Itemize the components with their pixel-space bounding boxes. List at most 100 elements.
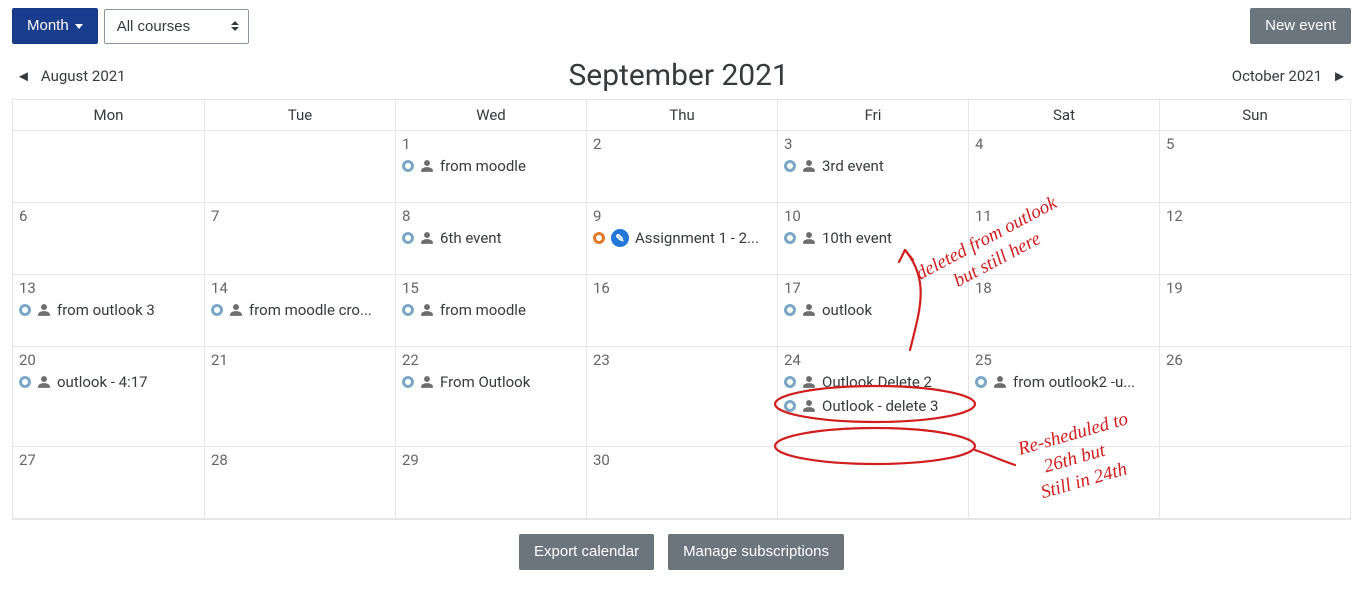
calendar-cell[interactable]: 21 — [204, 347, 395, 447]
event-category-icon — [402, 304, 414, 316]
date-number: 10 — [784, 207, 962, 225]
calendar-cell[interactable]: 20outlook - 4:17 — [13, 347, 204, 447]
user-icon — [802, 231, 816, 245]
calendar-cell[interactable] — [1159, 447, 1350, 519]
calendar-cell[interactable]: 27 — [13, 447, 204, 519]
calendar-cell[interactable]: 1 from moodle — [395, 131, 586, 203]
next-month-link[interactable]: October 2021 ► — [1232, 67, 1347, 85]
calendar-cell[interactable] — [777, 447, 968, 519]
calendar-cell[interactable]: 6 — [13, 203, 204, 275]
course-filter-select[interactable]: All courses — [104, 9, 249, 44]
calendar-cell[interactable]: 33rd event — [777, 131, 968, 203]
event-label: from moodle — [440, 157, 526, 175]
date-number: 12 — [1166, 207, 1344, 225]
calendar-event[interactable]: outlook — [784, 301, 962, 319]
view-selector-button[interactable]: Month — [12, 8, 98, 44]
calendar-cell[interactable]: 22 From Outlook — [395, 347, 586, 447]
calendar-event[interactable]: 10th event — [784, 229, 962, 247]
event-label: outlook — [822, 301, 872, 319]
calendar-cell[interactable]: 10 10th event — [777, 203, 968, 275]
calendar-cell[interactable]: 11 — [968, 203, 1159, 275]
prev-month-link[interactable]: ◄ August 2021 — [16, 67, 126, 85]
calendar-cell[interactable]: 13from outlook 3 — [13, 275, 204, 347]
calendar-cell[interactable] — [968, 447, 1159, 519]
calendar-cell[interactable]: 17 outlook — [777, 275, 968, 347]
calendar-cell[interactable]: 30 — [586, 447, 777, 519]
calendar-cell[interactable]: 12 — [1159, 203, 1350, 275]
calendar-cell[interactable] — [13, 131, 204, 203]
calendar-cell[interactable]: 18 — [968, 275, 1159, 347]
calendar-cell[interactable]: 23 — [586, 347, 777, 447]
date-number: 19 — [1166, 279, 1344, 297]
event-label: from outlook2 -u... — [1013, 373, 1135, 391]
date-number: 22 — [402, 351, 580, 369]
event-category-icon — [19, 304, 31, 316]
calendar-event[interactable]: Outlook Delete 2 — [784, 373, 962, 391]
calendar-event[interactable]: outlook - 4:17 — [19, 373, 198, 391]
date-number: 2 — [593, 135, 771, 153]
calendar-event[interactable]: from moodle cro... — [211, 301, 389, 319]
user-icon — [420, 375, 434, 389]
event-label: 10th event — [822, 229, 892, 247]
event-category-icon — [211, 304, 223, 316]
calendar-event[interactable]: Outlook - delete 3 — [784, 397, 962, 415]
user-icon — [229, 303, 243, 317]
user-icon — [420, 231, 434, 245]
day-header: Mon — [13, 99, 204, 131]
calendar-cell[interactable]: 19 — [1159, 275, 1350, 347]
date-number: 1 — [402, 135, 580, 153]
calendar-cell[interactable] — [204, 131, 395, 203]
manage-subscriptions-button[interactable]: Manage subscriptions — [668, 534, 844, 570]
day-header: Fri — [777, 99, 968, 131]
event-label: From Outlook — [440, 373, 530, 391]
new-event-button[interactable]: New event — [1250, 8, 1351, 44]
calendar-event[interactable]: From Outlook — [402, 373, 580, 391]
calendar-cell[interactable]: 28 — [204, 447, 395, 519]
date-number: 6 — [19, 207, 198, 225]
new-event-label: New event — [1265, 17, 1336, 35]
calendar-cell[interactable]: 4 — [968, 131, 1159, 203]
calendar-cell[interactable]: 7 — [204, 203, 395, 275]
event-label: 6th event — [440, 229, 502, 247]
date-number: 21 — [211, 351, 389, 369]
top-controls: Month All courses New event — [12, 8, 1351, 44]
date-number: 18 — [975, 279, 1153, 297]
event-label: Outlook Delete 2 — [822, 373, 932, 391]
prev-month-label: August 2021 — [41, 67, 126, 85]
caret-down-icon — [75, 24, 83, 29]
day-header: Sat — [968, 99, 1159, 131]
calendar-cell[interactable]: 24Outlook Delete 2Outlook - delete 3 — [777, 347, 968, 447]
export-calendar-button[interactable]: Export calendar — [519, 534, 654, 570]
calendar-cell[interactable]: 5 — [1159, 131, 1350, 203]
calendar-cell[interactable]: 26 — [1159, 347, 1350, 447]
calendar-event[interactable]: from moodle — [402, 157, 580, 175]
user-icon — [37, 375, 51, 389]
assignment-icon: ✎ — [611, 229, 629, 247]
event-category-icon — [784, 376, 796, 388]
calendar-cell[interactable]: 9✎Assignment 1 - 2... — [586, 203, 777, 275]
calendar-event[interactable]: from outlook 3 — [19, 301, 198, 319]
calendar-cell[interactable]: 16 — [586, 275, 777, 347]
calendar-cell[interactable]: 29 — [395, 447, 586, 519]
calendar-cell[interactable]: 15from moodle — [395, 275, 586, 347]
calendar-cell[interactable]: 86th event — [395, 203, 586, 275]
user-icon — [420, 159, 434, 173]
event-label: 3rd event — [822, 157, 884, 175]
user-icon — [802, 303, 816, 317]
export-calendar-label: Export calendar — [534, 543, 639, 561]
calendar-cell[interactable]: 2 — [586, 131, 777, 203]
calendar-event[interactable]: 6th event — [402, 229, 580, 247]
date-number: 30 — [593, 451, 771, 469]
calendar-cell[interactable]: 14from moodle cro... — [204, 275, 395, 347]
calendar-event[interactable]: from outlook2 -u... — [975, 373, 1153, 391]
day-header: Sun — [1159, 99, 1350, 131]
calendar-event[interactable]: from moodle — [402, 301, 580, 319]
user-icon — [802, 375, 816, 389]
calendar-event[interactable]: 3rd event — [784, 157, 962, 175]
day-header: Tue — [204, 99, 395, 131]
calendar-event[interactable]: ✎Assignment 1 - 2... — [593, 229, 771, 247]
calendar-cell[interactable]: 25from outlook2 -u... — [968, 347, 1159, 447]
event-category-icon — [784, 400, 796, 412]
date-number: 17 — [784, 279, 962, 297]
chevron-right-icon: ► — [1332, 67, 1347, 85]
